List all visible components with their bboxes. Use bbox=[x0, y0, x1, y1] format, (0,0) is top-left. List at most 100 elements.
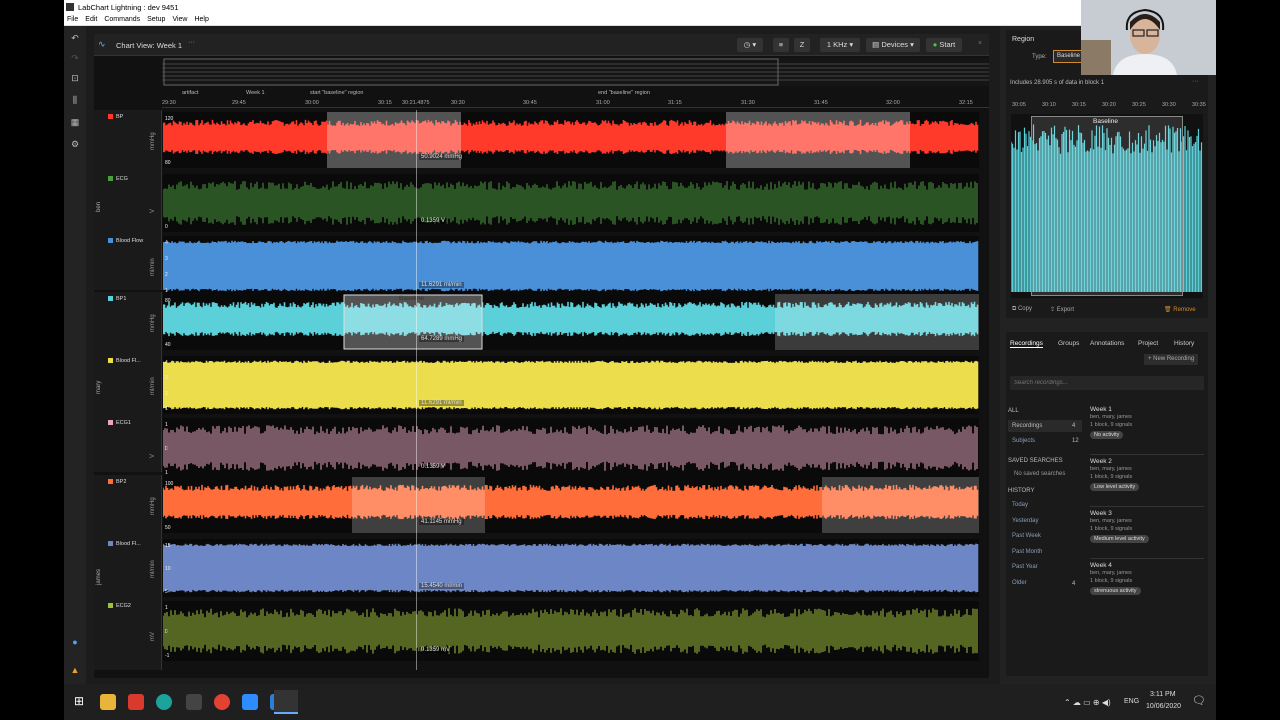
waveform-ecg2[interactable]: 1 0 -1 0.1359 mV bbox=[163, 601, 979, 661]
recording-meta: 1 block, 9 signals bbox=[1090, 526, 1133, 532]
tab-project[interactable]: Project bbox=[1138, 340, 1158, 347]
window-title: LabChart Lightning : dev 9451 bbox=[78, 3, 179, 12]
time-tick: 29:30 bbox=[162, 100, 176, 106]
waveform-ecg1[interactable]: 1 0 1 0.1359 V bbox=[163, 418, 979, 478]
language-indicator[interactable]: ENG bbox=[1124, 698, 1139, 705]
recording-card[interactable]: Week 3 ben, mary, james 1 block, 9 signals… bbox=[1090, 510, 1200, 543]
waveform-bloodflow[interactable]: 4 3 2 1 11.6291 ml/min bbox=[163, 236, 979, 296]
labchart-taskbar-icon[interactable] bbox=[274, 690, 298, 714]
history-item-older[interactable]: Older bbox=[1012, 580, 1027, 586]
windows-start-icon[interactable]: ⊞ bbox=[74, 694, 84, 708]
annotation-marker[interactable]: artifact bbox=[182, 90, 199, 96]
menu-item-view[interactable]: View bbox=[172, 16, 187, 23]
channel-name: Blood Fl... bbox=[108, 358, 141, 364]
time-cursor[interactable] bbox=[416, 110, 417, 670]
export-button[interactable]: ⇪ Export bbox=[1050, 306, 1074, 313]
table-icon[interactable]: ▦ bbox=[68, 116, 82, 128]
menu-item-edit[interactable]: Edit bbox=[85, 16, 97, 23]
new-recording-button[interactable]: + New Recording bbox=[1144, 354, 1199, 365]
annotation-marker[interactable]: start "baseline" region bbox=[310, 90, 363, 96]
devices-icon[interactable]: ⚙ bbox=[68, 138, 82, 150]
channel-name: BP1 bbox=[108, 296, 126, 302]
history-item-past-week[interactable]: Past Week bbox=[1012, 533, 1041, 539]
channel-label-bp1[interactable]: BP1 mmHg bbox=[108, 294, 162, 350]
more-icon[interactable]: ··· bbox=[1192, 78, 1199, 85]
channel-label-ecg1[interactable]: ECG1 V bbox=[108, 418, 162, 478]
channel-label-bloodfl[interactable]: Blood Fl... ml/min bbox=[108, 539, 162, 597]
copy-button[interactable]: ⧉ Copy bbox=[1012, 306, 1032, 313]
tab-groups[interactable]: Groups bbox=[1058, 340, 1079, 347]
timer-button[interactable]: ◷ ▾ bbox=[737, 38, 763, 52]
tab-annotations[interactable]: Annotations bbox=[1090, 340, 1124, 347]
notifications-icon[interactable]: 🗨 bbox=[1192, 694, 1206, 707]
menu-item-file[interactable]: File bbox=[67, 16, 78, 23]
more-icon[interactable]: ··· bbox=[188, 39, 195, 46]
annotation-marker[interactable]: end "baseline" region bbox=[598, 90, 650, 96]
menu-item-commands[interactable]: Commands bbox=[104, 16, 140, 23]
axis-tick: 1 bbox=[165, 605, 168, 611]
baseline-region[interactable] bbox=[1031, 116, 1183, 296]
value-readout: 0.1359 V bbox=[419, 464, 448, 470]
app-icon[interactable] bbox=[186, 694, 202, 710]
channel-label-bloodflow[interactable]: Blood Flow ml/min bbox=[108, 236, 162, 296]
time-axis: 29:30 29:45 30:00 30:15 30:21.4875 30:30 30:45… bbox=[162, 98, 989, 108]
tab-recordings[interactable]: Recordings bbox=[1010, 340, 1043, 348]
selection-highlight[interactable] bbox=[822, 477, 979, 533]
recording-card[interactable]: Week 2 ben, mary, james 1 block, 9 signals… bbox=[1090, 458, 1200, 491]
zoom-icon[interactable] bbox=[242, 694, 258, 710]
sample-rate-select[interactable]: 1 KHz ▾ bbox=[820, 38, 860, 52]
devices-button[interactable]: ▤ Devices ▾ bbox=[866, 38, 920, 52]
time-tick: 30:45 bbox=[523, 100, 537, 106]
subjects-filter[interactable]: Subjects 12 bbox=[1008, 435, 1082, 447]
waveform-bloodfl[interactable]: 15 10 5 15.4540 ml/min bbox=[163, 539, 979, 597]
remove-button[interactable]: 🗑 Remove bbox=[1164, 306, 1196, 313]
warning-icon[interactable]: ▲ bbox=[68, 664, 82, 676]
channel-label-bp2[interactable]: BP2 mmHg bbox=[108, 477, 162, 533]
axis-tick: 80 bbox=[165, 160, 171, 166]
menu-item-help[interactable]: Help bbox=[194, 16, 208, 23]
app-icon[interactable] bbox=[156, 694, 172, 710]
waveform-bp[interactable]: 120 80 50.9024 mmHg bbox=[163, 112, 979, 168]
tray-icons[interactable]: ⌃ ☁ ▭ ⊕ ◀) bbox=[1064, 698, 1111, 707]
channel-label-ecg[interactable]: ECG V bbox=[108, 174, 162, 232]
clock-date[interactable]: 10/06/2020 bbox=[1146, 703, 1181, 710]
channel-name: ECG2 bbox=[108, 603, 131, 609]
clock-time[interactable]: 3:11 PM bbox=[1150, 691, 1176, 698]
menu-item-setup[interactable]: Setup bbox=[147, 16, 165, 23]
annotation-marker[interactable]: Week 1 bbox=[246, 90, 265, 96]
list-icon[interactable]: ≡ bbox=[773, 38, 789, 52]
redo-icon[interactable]: ↷ bbox=[68, 52, 82, 64]
history-item-yesterday[interactable]: Yesterday bbox=[1012, 518, 1038, 524]
channel-label-bloodfl[interactable]: Blood Fl... ml/min bbox=[108, 356, 162, 414]
history-item-past-month[interactable]: Past Month bbox=[1012, 549, 1042, 555]
close-icon[interactable]: × bbox=[978, 40, 982, 47]
history-item-past-year[interactable]: Past Year bbox=[1012, 564, 1038, 570]
waveform-bloodfl[interactable]: 4 3 2 1 11.6291 ml/min bbox=[163, 356, 979, 414]
recording-card[interactable]: Week 4 ben, mary, james 1 block, 9 signals… bbox=[1090, 562, 1200, 595]
time-tick: 30:00 bbox=[305, 100, 319, 106]
start-button[interactable]: ● Start bbox=[926, 38, 962, 52]
history-item-today[interactable]: Today bbox=[1012, 502, 1028, 508]
axis-tick: 120 bbox=[165, 116, 174, 122]
file-explorer-icon[interactable] bbox=[100, 694, 116, 710]
tab-history[interactable]: History bbox=[1174, 340, 1194, 347]
channel-label-bp[interactable]: BP mmHg bbox=[108, 112, 162, 168]
undo-icon[interactable]: ↶ bbox=[68, 32, 82, 44]
signals-icon[interactable]: ⫼ bbox=[68, 94, 82, 106]
chrome-icon[interactable] bbox=[214, 694, 230, 710]
zoom-fit-icon[interactable]: ⊡ bbox=[68, 72, 82, 84]
recording-card[interactable]: Week 1 ben, mary, james 1 block, 9 signals… bbox=[1090, 406, 1200, 439]
search-recordings-input[interactable] bbox=[1010, 376, 1204, 390]
zero-icon[interactable]: Z bbox=[794, 38, 810, 52]
waveform-ecg[interactable]: 0 0.1359 V bbox=[163, 174, 979, 232]
account-icon[interactable]: ● bbox=[68, 636, 82, 648]
gmail-icon[interactable] bbox=[128, 694, 144, 710]
waveform-bp2[interactable]: 100 50 41.1145 mmHg bbox=[163, 477, 979, 533]
recordings-filter[interactable]: Recordings 4 bbox=[1008, 420, 1082, 432]
waveform-bp1[interactable]: 80 40 Baseline 64.7289 mmHg bbox=[163, 294, 979, 350]
selection-highlight[interactable] bbox=[775, 294, 979, 350]
recording-meta: 1 block, 9 signals bbox=[1090, 474, 1133, 480]
channel-label-ecg2[interactable]: ECG2 mV bbox=[108, 601, 162, 661]
selection-highlight[interactable] bbox=[726, 112, 910, 168]
overview-strip[interactable] bbox=[162, 58, 989, 86]
